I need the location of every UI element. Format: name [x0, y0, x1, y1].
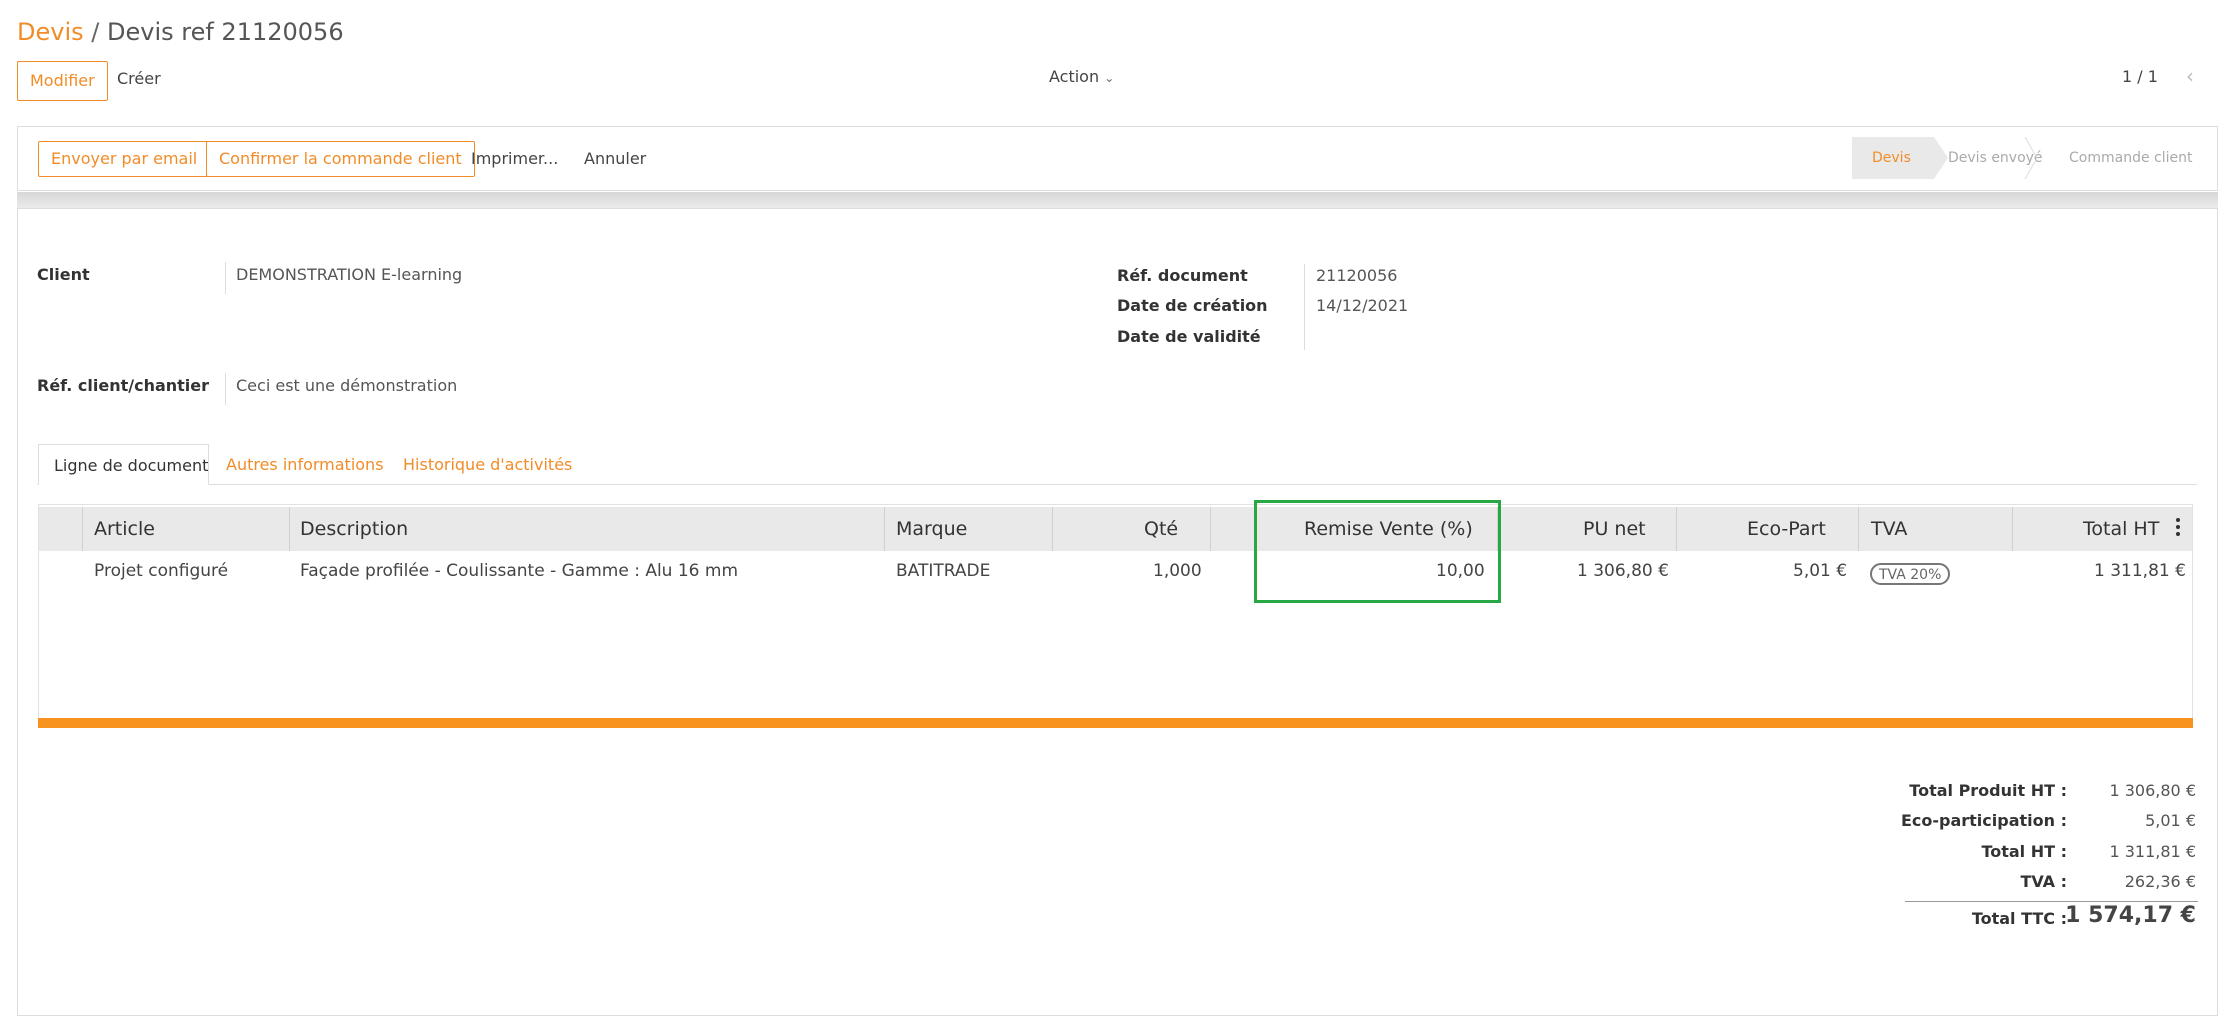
column-separator [1858, 507, 1859, 551]
tab-ligne-document[interactable]: Ligne de document [38, 444, 209, 485]
eco-participation-label: Eco-participation : [1900, 811, 2067, 830]
ref-doc-label: Réf. document [1117, 266, 1248, 285]
total-ht-value: 1 311,81 € [2109, 842, 2196, 861]
column-header-marque[interactable]: Marque [896, 507, 967, 551]
totals-divider [1905, 901, 2198, 902]
client-label: Client [37, 265, 90, 284]
cell-total-ht[interactable]: 1 311,81 € [2094, 561, 2186, 581]
column-header-description[interactable]: Description [300, 507, 408, 551]
create-button[interactable]: Créer [117, 69, 161, 88]
tab-historique-activites[interactable]: Historique d'activités [388, 444, 587, 485]
date-creation-value: 14/12/2021 [1316, 296, 1409, 315]
total-ht-label: Total HT : [1981, 842, 2067, 861]
remise-column-highlight [1254, 500, 1501, 603]
stage-commande-client[interactable]: Commande client [2069, 137, 2192, 179]
cell-article[interactable]: Projet configuré [94, 561, 228, 581]
cell-marque[interactable]: BATITRADE [896, 561, 990, 581]
stage-devis[interactable]: Devis [1852, 137, 1934, 179]
action-dropdown[interactable]: Action ⌄ [1049, 67, 1114, 86]
column-header-qte[interactable]: Qté [1144, 507, 1178, 551]
cell-eco-part[interactable]: 5,01 € [1793, 561, 1847, 581]
cell-pu-net[interactable]: 1 306,80 € [1577, 561, 1669, 581]
table-footer-bar [38, 718, 2193, 728]
date-validite-label: Date de validité [1117, 327, 1261, 346]
column-separator [2012, 507, 2013, 551]
cell-qte[interactable]: 1,000 [1153, 561, 1202, 581]
column-separator [82, 507, 83, 551]
ref-doc-value: 21120056 [1316, 266, 1398, 285]
column-header-article[interactable]: Article [94, 507, 155, 551]
edit-button[interactable]: Modifier [17, 61, 108, 101]
eco-participation-value: 5,01 € [2145, 811, 2196, 830]
cell-description[interactable]: Façade profilée - Coulissante - Gamme : … [300, 561, 738, 581]
sheet-shadow [17, 192, 2218, 208]
column-header-tva[interactable]: TVA [1871, 507, 1907, 551]
breadcrumb-separator: / [91, 18, 100, 46]
date-creation-label: Date de création [1117, 296, 1268, 315]
total-ttc-value: 1 574,17 € [2065, 903, 2196, 928]
column-options-icon[interactable] [2176, 518, 2180, 536]
chevron-down-icon: ⌄ [1104, 71, 1115, 85]
column-separator [884, 507, 885, 551]
tab-autres-informations[interactable]: Autres informations [211, 444, 399, 485]
breadcrumb: Devis / Devis ref 21120056 [17, 18, 344, 46]
field-divider [225, 373, 226, 405]
confirm-order-button[interactable]: Confirmer la commande client [206, 141, 475, 177]
tva-total-label: TVA : [2020, 872, 2067, 891]
ref-client-value: Ceci est une démonstration [236, 376, 458, 395]
cancel-button[interactable]: Annuler [584, 149, 646, 168]
chevron-left-icon[interactable]: ‹ [2186, 64, 2194, 88]
print-button[interactable]: Imprimer... [471, 149, 558, 168]
breadcrumb-root-link[interactable]: Devis [17, 18, 84, 46]
field-divider [1304, 264, 1305, 350]
pager-counter: 1 / 1 [2122, 67, 2158, 86]
client-link[interactable]: DEMONSTRATION E-learning [236, 265, 462, 284]
ref-client-label: Réf. client/chantier [37, 376, 210, 395]
column-separator [1210, 507, 1211, 551]
column-header-total-ht[interactable]: Total HT [2083, 507, 2159, 551]
breadcrumb-current: Devis ref 21120056 [107, 18, 344, 46]
send-email-button[interactable]: Envoyer par email [38, 141, 211, 177]
total-produit-ht-value: 1 306,80 € [2109, 781, 2196, 800]
total-produit-ht-label: Total Produit HT : [1909, 781, 2067, 800]
column-separator [1676, 507, 1677, 551]
column-separator [1052, 507, 1053, 551]
field-divider [225, 262, 226, 294]
tva-badge: TVA 20% [1870, 563, 1951, 585]
stage-arrow-shape [1934, 137, 1948, 179]
stage-separator-chevron [2024, 137, 2038, 179]
total-ttc-label: Total TTC : [1971, 909, 2067, 928]
column-header-pu-net[interactable]: PU net [1583, 507, 1646, 551]
tva-total-value: 262,36 € [2124, 872, 2196, 891]
column-separator [289, 507, 290, 551]
action-label: Action [1049, 67, 1100, 86]
column-header-eco-part[interactable]: Eco-Part [1747, 507, 1826, 551]
